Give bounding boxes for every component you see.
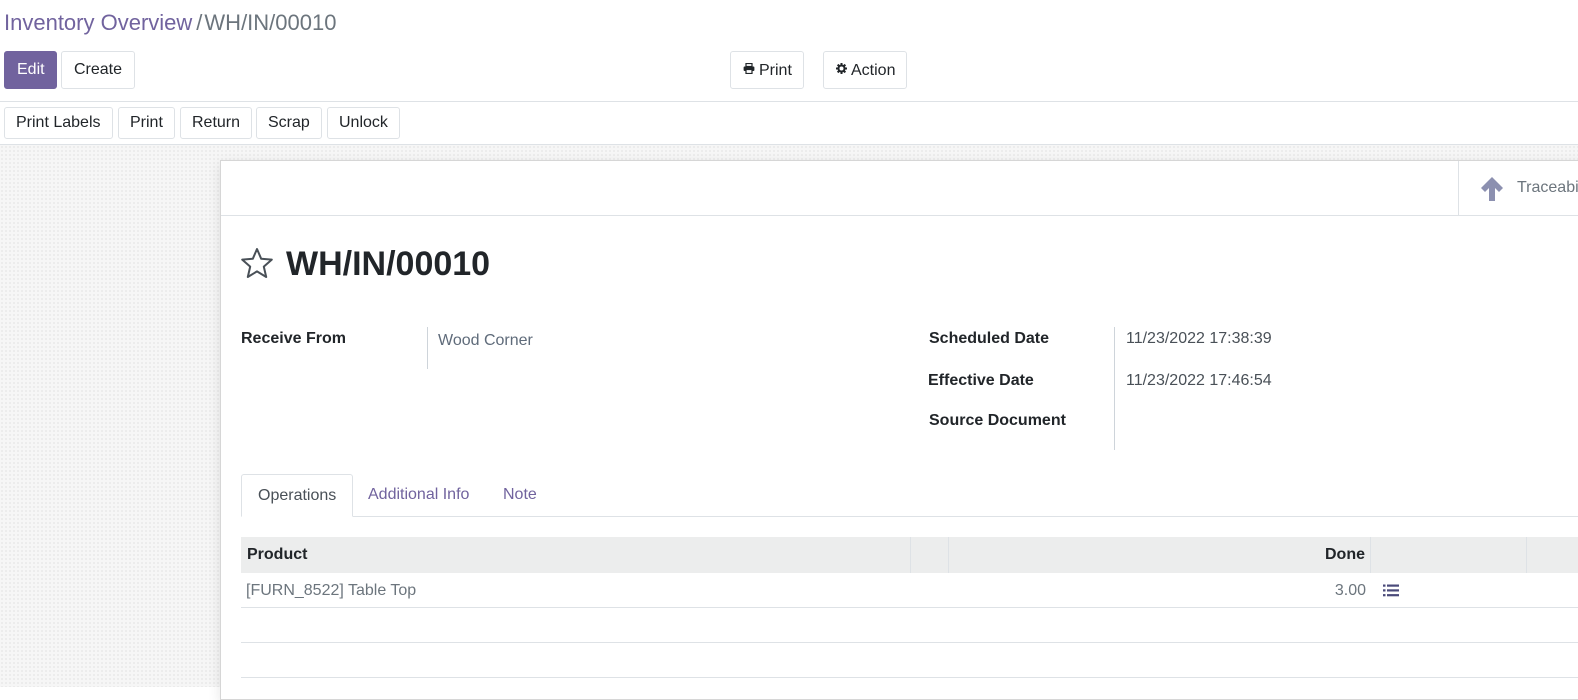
breadcrumb-separator: / bbox=[196, 10, 203, 35]
action-label: Action bbox=[851, 62, 896, 79]
print-label: Print bbox=[759, 62, 792, 79]
field-divider bbox=[427, 327, 428, 369]
scheduled-date-field[interactable]: 11/23/2022 17:38:39 bbox=[1126, 330, 1272, 348]
done-quantity-cell[interactable]: 3.00 bbox=[1241, 573, 1366, 608]
smart-button-box: Traceability bbox=[221, 161, 1578, 216]
column-header-product[interactable]: Product bbox=[241, 537, 911, 573]
source-document-field[interactable] bbox=[1126, 412, 1326, 432]
table-row[interactable]: [FURN_8522] Table Top 3.00 bbox=[241, 573, 1578, 608]
edit-button[interactable]: Edit bbox=[4, 51, 57, 89]
column-header-actions bbox=[1371, 537, 1527, 573]
breadcrumb: Inventory Overview/WH/IN/00010 bbox=[4, 9, 336, 37]
form-sheet: Traceability WH/IN/00010 Receive From Wo… bbox=[220, 160, 1578, 700]
create-button[interactable]: Create bbox=[61, 51, 135, 89]
effective-date-label: Effective Date bbox=[928, 372, 1034, 389]
field-divider bbox=[1114, 327, 1115, 450]
detailed-operations-button[interactable] bbox=[1383, 573, 1403, 608]
statusbar: Print Labels Print Return Scrap Unlock bbox=[0, 102, 1578, 145]
breadcrumb-current: WH/IN/00010 bbox=[204, 10, 337, 35]
breadcrumb-parent-link[interactable]: Inventory Overview bbox=[4, 10, 192, 35]
star-icon[interactable] bbox=[240, 247, 274, 279]
notebook-tabs: Operations Additional Info Note bbox=[241, 474, 1578, 517]
tab-additional-info[interactable]: Additional Info bbox=[352, 474, 485, 517]
page-title: WH/IN/00010 bbox=[286, 245, 491, 283]
scheduled-date-label: Scheduled Date bbox=[929, 330, 1050, 347]
control-panel: Inventory Overview/WH/IN/00010 Edit Crea… bbox=[0, 0, 1578, 102]
arrow-up-icon bbox=[1481, 177, 1503, 201]
action-dropdown-button[interactable]: Action bbox=[823, 51, 907, 89]
return-button[interactable]: Return bbox=[180, 107, 253, 139]
effective-date-field[interactable]: 11/23/2022 17:46:54 bbox=[1126, 372, 1272, 390]
print-dropdown-button[interactable]: Print bbox=[730, 51, 804, 89]
product-cell[interactable]: [FURN_8522] Table Top bbox=[246, 573, 416, 608]
tab-note[interactable]: Note bbox=[487, 474, 553, 517]
table-header: Product Done bbox=[241, 537, 1578, 573]
unlock-button[interactable]: Unlock bbox=[327, 107, 400, 139]
source-document-label: Source Document bbox=[929, 412, 1066, 429]
list-icon bbox=[1383, 584, 1399, 597]
traceability-button[interactable]: Traceability bbox=[1458, 161, 1578, 215]
traceability-label: Traceability bbox=[1517, 179, 1578, 196]
column-header-empty bbox=[911, 537, 949, 573]
column-header-done[interactable]: Done bbox=[949, 537, 1371, 573]
print-labels-button[interactable]: Print Labels bbox=[4, 107, 113, 139]
receive-from-field[interactable]: Wood Corner bbox=[438, 332, 533, 350]
gear-icon bbox=[836, 52, 847, 88]
table-row-empty bbox=[241, 608, 1578, 643]
tab-operations[interactable]: Operations bbox=[241, 474, 354, 517]
print-icon bbox=[743, 52, 755, 88]
table-row-empty bbox=[241, 643, 1578, 678]
scrap-button[interactable]: Scrap bbox=[256, 107, 322, 139]
receive-from-label: Receive From bbox=[241, 330, 346, 347]
print-button[interactable]: Print bbox=[118, 107, 175, 139]
